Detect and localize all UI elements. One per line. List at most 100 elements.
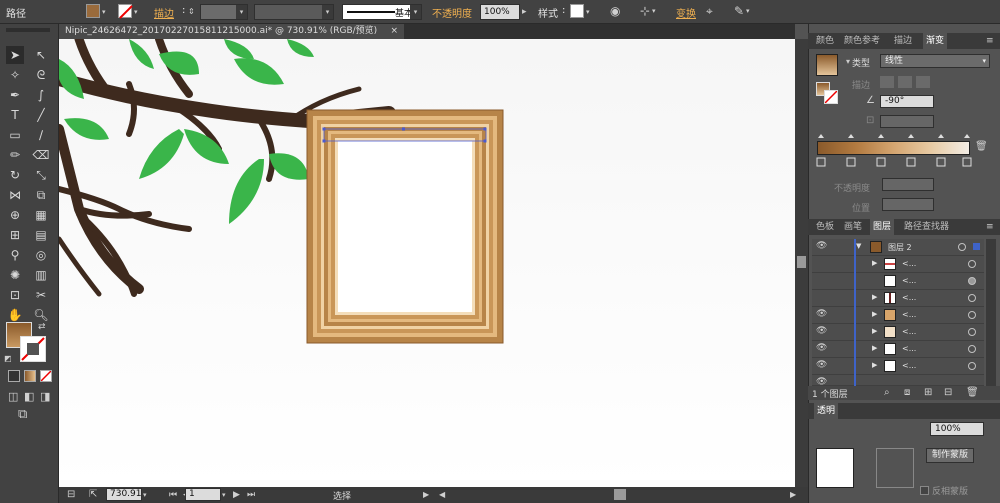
stroke-swatch[interactable] — [118, 4, 133, 19]
page-input[interactable]: 1 — [185, 488, 221, 501]
tab-swatches[interactable]: 色板 — [816, 219, 834, 235]
sublayer-row[interactable]: 👁︎ ▶ <... — [812, 307, 984, 324]
stroke-weight-stepper[interactable]: ⇕ — [188, 5, 195, 19]
visibility-eye-icon[interactable]: 👁︎ — [816, 241, 830, 251]
scroll-left-icon[interactable]: ◀ — [439, 488, 445, 502]
horizontal-scroll-thumb[interactable] — [614, 489, 626, 500]
brush-definition-dropdown[interactable]: 基本 ▾ — [342, 4, 422, 20]
style-dropdown-icon[interactable]: ▾ — [586, 5, 590, 19]
column-graph-tool-icon[interactable]: ▥ — [32, 266, 50, 284]
artboard-tool-icon[interactable]: ⊡ — [6, 286, 24, 304]
draw-inside-icon[interactable]: ◨ — [40, 390, 50, 404]
gradient-stroke-box[interactable] — [824, 90, 838, 104]
color-mode-icon[interactable] — [8, 370, 20, 382]
line-tool-icon[interactable]: ╱ — [32, 106, 50, 124]
opacity-arrow-icon[interactable]: ▸ — [522, 5, 527, 19]
tab-brushes[interactable]: 画笔 — [844, 219, 862, 235]
new-layer-icon[interactable]: ⊟ — [944, 386, 952, 400]
isolate-icon[interactable]: ⌖ — [706, 4, 713, 18]
recolor-icon[interactable]: ◉ — [610, 4, 620, 18]
tab-gradient[interactable]: 渐变 — [923, 33, 948, 49]
pen-tool-icon[interactable]: ✒ — [6, 86, 24, 104]
variable-width-dropdown[interactable]: ▾ — [254, 4, 334, 20]
stroke-dropdown-icon[interactable]: ▾ — [134, 5, 138, 19]
gradient-menu-arrow-icon[interactable]: ▾ — [846, 57, 850, 66]
gradient-type-select[interactable]: 线性 ▾ — [880, 54, 990, 68]
tab-color-guide[interactable]: 颜色参考 — [844, 33, 880, 49]
tab-transparency[interactable]: 透明 — [814, 403, 839, 419]
make-mask-button[interactable]: 制作蒙版 — [926, 448, 974, 463]
stroke-color-box[interactable] — [20, 336, 46, 362]
new-sublayer-icon[interactable]: ⊞ — [924, 386, 932, 400]
first-artboard-icon[interactable]: ⏮ — [169, 488, 177, 502]
sublayer-row[interactable]: 👁︎ ▶ <... — [812, 341, 984, 358]
close-tab-icon[interactable]: × — [390, 24, 398, 39]
gradient-preview-swatch[interactable] — [816, 54, 838, 76]
transparency-opacity-input[interactable]: 100% — [930, 422, 984, 436]
page-dropdown-icon[interactable]: ▾ — [222, 488, 226, 502]
eyedropper-tool-icon[interactable]: ⚲ — [6, 246, 24, 264]
stroke-option-2[interactable] — [898, 76, 912, 88]
gradient-stops[interactable] — [812, 130, 977, 170]
artboard-nav-icon[interactable]: ⊟ — [67, 488, 75, 502]
delete-layer-icon[interactable]: 🗑︎ — [966, 386, 979, 400]
tools-grip[interactable] — [6, 28, 50, 32]
direct-selection-tool-icon[interactable]: ↖ — [32, 46, 50, 64]
tab-pathfinder[interactable]: 路径查找器 — [904, 219, 949, 235]
shape-builder-tool-icon[interactable]: ⊕ — [6, 206, 24, 224]
transparency-thumbnail[interactable] — [816, 448, 854, 488]
export-icon[interactable]: ⇱ — [89, 488, 97, 502]
menu-dropdown-icon[interactable]: ▾ — [746, 4, 750, 18]
clipping-mask-icon[interactable]: ⧈ — [904, 386, 910, 400]
selection-indicator[interactable] — [973, 243, 980, 250]
angle-input[interactable]: -90° — [880, 95, 934, 108]
sublayer-row[interactable]: 👁︎ ▶ <... — [812, 358, 984, 375]
zoom-dropdown-icon[interactable]: ▾ — [143, 488, 147, 502]
artboard-canvas[interactable] — [59, 39, 795, 487]
lasso-tool-icon[interactable]: ᘓ — [32, 66, 50, 84]
scale-tool-icon[interactable]: ⤡ — [32, 166, 50, 184]
layer-row-main[interactable]: 👁︎ ▼ 图层 2 — [812, 239, 984, 256]
fill-dropdown-icon[interactable]: ▾ — [102, 5, 106, 19]
layer-name[interactable]: 图层 2 — [888, 242, 912, 253]
tab-stroke[interactable]: 描边 — [894, 33, 912, 49]
aspect-input[interactable] — [880, 115, 934, 128]
blend-tool-icon[interactable]: ◎ — [32, 246, 50, 264]
menu-icon[interactable]: ✎ — [734, 4, 744, 18]
perspective-grid-tool-icon[interactable]: ▦ — [32, 206, 50, 224]
graphic-style-swatch[interactable] — [570, 4, 584, 18]
eraser-tool-icon[interactable]: ⌫ — [32, 146, 50, 164]
gradient-tool-icon[interactable]: ▤ — [32, 226, 50, 244]
symbol-sprayer-tool-icon[interactable]: ✺ — [6, 266, 24, 284]
slice-tool-icon[interactable]: ✂ — [32, 286, 50, 304]
invert-mask-checkbox[interactable] — [920, 486, 929, 495]
stroke-option-3[interactable] — [916, 76, 930, 88]
transform-link[interactable]: 变换 — [676, 5, 696, 20]
sublayer-row[interactable]: ▶ <... — [812, 290, 984, 307]
stop-location-input[interactable] — [882, 198, 934, 211]
mask-thumbnail[interactable] — [876, 448, 914, 488]
align-icon[interactable]: ⊹ — [640, 4, 650, 18]
width-tool-icon[interactable]: ⋈ — [6, 186, 24, 204]
locate-object-icon[interactable]: ⌕ — [884, 386, 890, 400]
swap-colors-icon[interactable]: ⇄ — [38, 320, 46, 334]
free-transform-tool-icon[interactable]: ⧉ — [32, 186, 50, 204]
default-colors-icon[interactable]: ◩ — [4, 352, 12, 366]
last-artboard-icon[interactable]: ⏭ — [247, 488, 255, 502]
next-artboard-icon[interactable]: ▶ — [233, 488, 240, 502]
sublayer-row[interactable]: 👁︎ — [812, 375, 984, 392]
stroke-weight-dropdown[interactable]: ▾ — [200, 4, 248, 20]
magic-wand-tool-icon[interactable]: ✧ — [6, 66, 24, 84]
selection-tool-icon[interactable]: ➤ — [6, 46, 24, 64]
none-mode-icon[interactable] — [40, 370, 52, 382]
layers-scrollbar[interactable] — [986, 239, 996, 386]
layers-menu-icon[interactable]: ≡ — [986, 219, 994, 235]
sublayer-row[interactable]: ▶ <... — [812, 256, 984, 273]
expand-layer-icon[interactable]: ▼ — [856, 242, 861, 250]
zoom-input[interactable]: 730.91 — [106, 488, 142, 501]
screen-mode-icon[interactable]: ⧉ — [18, 408, 27, 422]
document-tab[interactable]: Nipic_24626472_20170227015811215000.ai* … — [59, 24, 404, 39]
mesh-tool-icon[interactable]: ⊞ — [6, 226, 24, 244]
align-dropdown-icon[interactable]: ▾ — [652, 4, 656, 18]
stroke-link[interactable]: 描边 — [154, 5, 174, 20]
